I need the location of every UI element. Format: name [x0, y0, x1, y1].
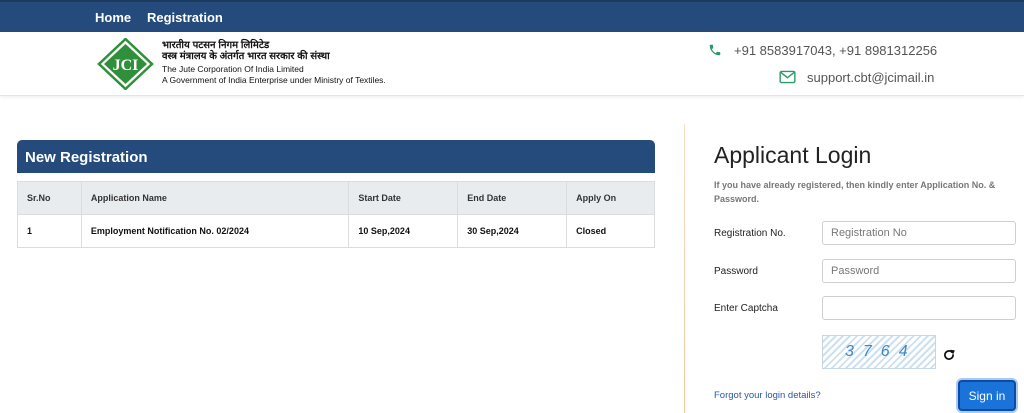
captcha-label: Enter Captcha: [714, 303, 778, 314]
org-name-block: भारतीय पटसन निगम लिमिटेड वस्त्र मंत्रालय…: [162, 40, 386, 86]
nav-registration-link[interactable]: Registration: [147, 10, 223, 25]
logo-text: JCI: [113, 57, 139, 74]
cell-end-date: 30 Sep,2024: [457, 214, 568, 248]
new-registration-panel: New Registration Sr.No Application Name …: [17, 140, 655, 248]
refresh-captcha-icon[interactable]: [942, 348, 956, 362]
password-input[interactable]: [822, 259, 1016, 283]
col-application-name: Application Name: [80, 181, 350, 215]
cell-apply-on-status: Closed: [566, 214, 655, 248]
cell-application-name: Employment Notification No. 02/2024: [80, 214, 350, 248]
col-apply-on: Apply On: [566, 181, 655, 215]
top-navbar: Home Registration: [0, 0, 1024, 32]
phone-numbers: +91 8583917043, +91 8981312256: [734, 43, 938, 58]
column-divider: [684, 124, 685, 413]
registration-table: Sr.No Application Name Start Date End Da…: [17, 181, 655, 248]
sign-in-button[interactable]: Sign in: [958, 380, 1016, 411]
site-header: JCI भारतीय पटसन निगम लिमिटेड वस्त्र मंत्…: [0, 32, 1024, 96]
forgot-login-link[interactable]: Forgot your login details?: [714, 390, 821, 401]
org-tagline-hindi: वस्त्र मंत्रालय के अंतर्गत भारत सरकार की…: [162, 51, 330, 62]
org-name-hindi: भारतीय पटसन निगम लिमिटेड: [162, 40, 270, 51]
login-title: Applicant Login: [714, 142, 872, 168]
email-address[interactable]: support.cbt@jcimail.in: [807, 70, 934, 85]
phone-icon: [709, 44, 721, 56]
captcha-input[interactable]: [822, 296, 1016, 320]
email-icon: [779, 70, 796, 84]
col-end-date: End Date: [457, 181, 568, 215]
org-tagline-english: A Government of India Enterprise under M…: [162, 75, 386, 85]
table-header-row: Sr.No Application Name Start Date End Da…: [17, 181, 655, 215]
login-subtitle: If you have already registered, then kin…: [714, 180, 996, 204]
registration-no-label: Registration No.: [714, 228, 786, 239]
cell-sr-no: 1: [17, 214, 82, 248]
jci-logo: JCI: [97, 38, 154, 90]
captcha-image: 3764: [822, 335, 936, 369]
table-row: 1 Employment Notification No. 02/2024 10…: [17, 214, 655, 248]
captcha-text: 3764: [845, 343, 917, 360]
col-start-date: Start Date: [348, 181, 459, 215]
new-registration-title: New Registration: [17, 140, 655, 173]
col-sr-no: Sr.No: [17, 181, 82, 215]
org-name-english: The Jute Corporation Of India Limited: [162, 64, 304, 74]
registration-no-input[interactable]: [822, 221, 1016, 245]
cell-start-date: 10 Sep,2024: [348, 214, 459, 248]
password-label: Password: [714, 266, 758, 277]
nav-home-link[interactable]: Home: [95, 10, 131, 25]
